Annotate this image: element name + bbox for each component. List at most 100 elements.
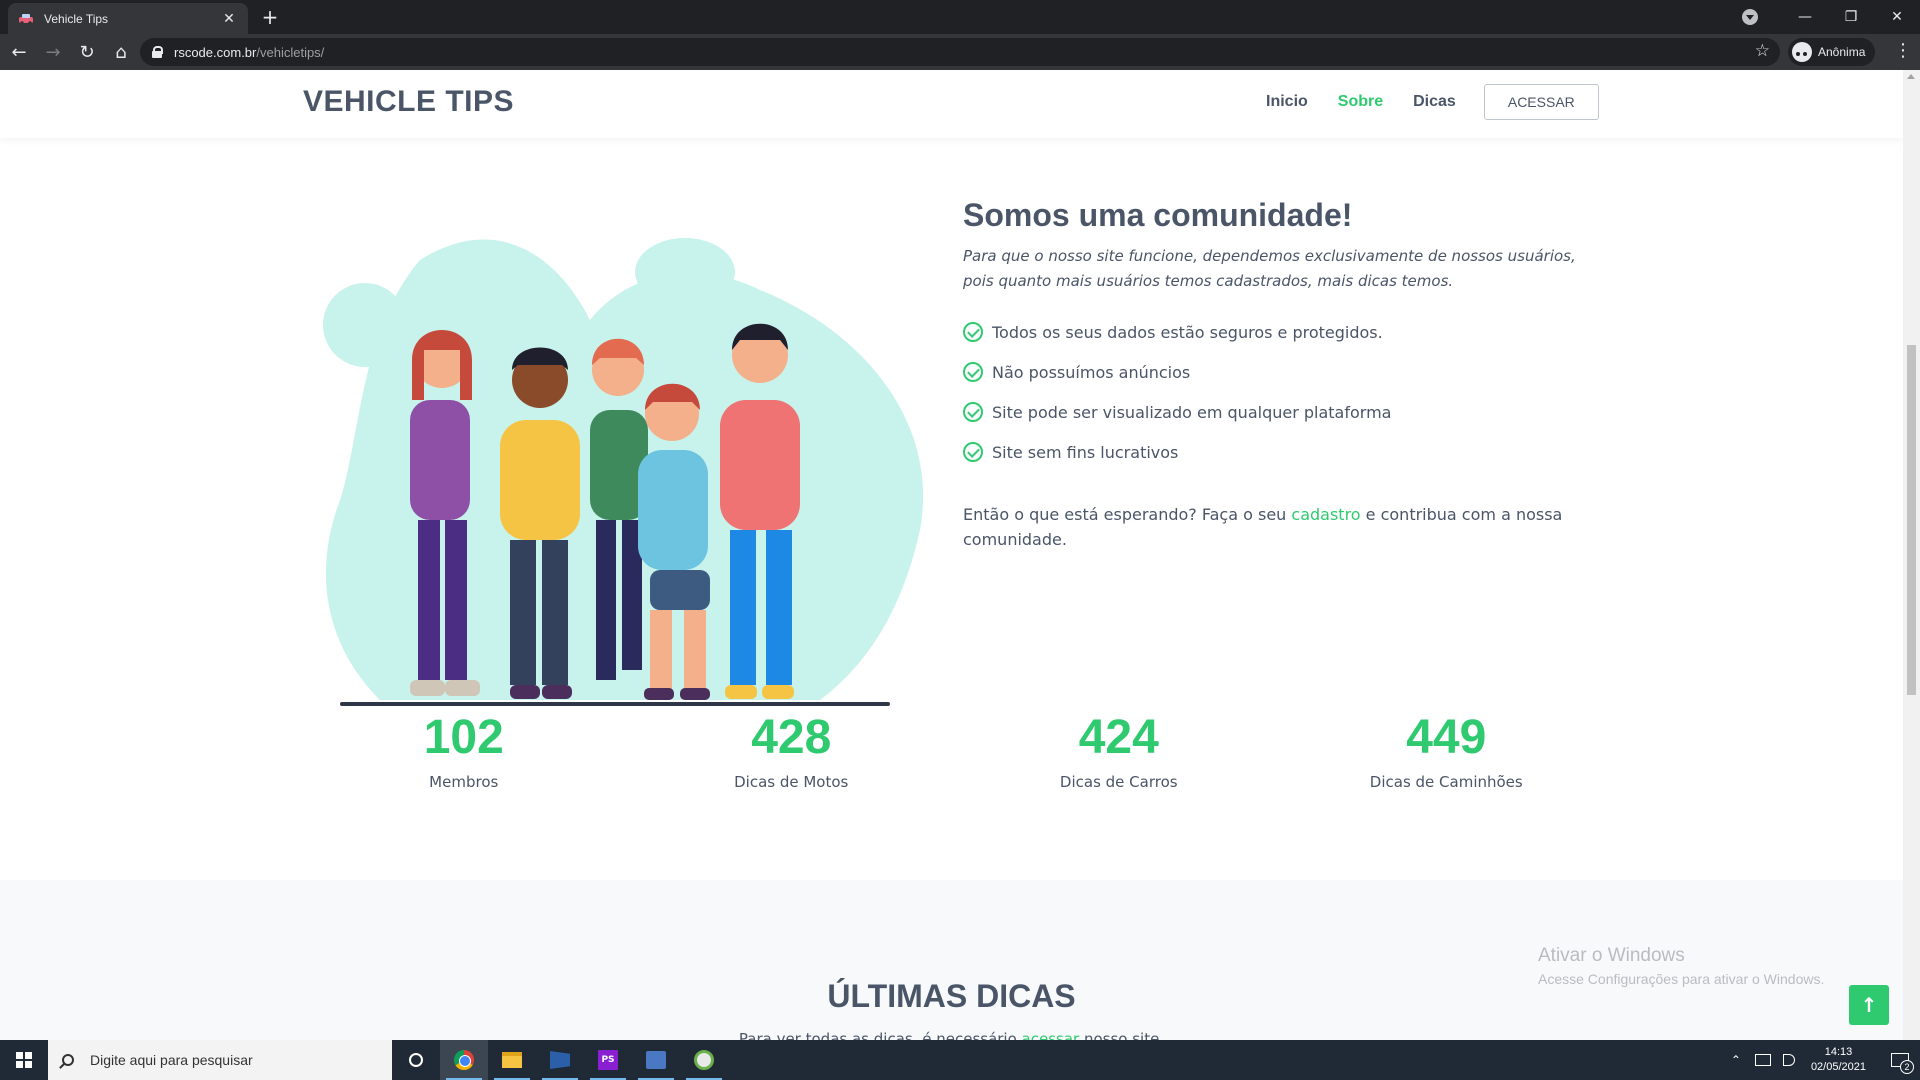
chevron-up-icon[interactable]: ⌃: [1731, 1053, 1741, 1067]
taskbar-app-chrome[interactable]: [440, 1040, 488, 1080]
search-placeholder: Digite aqui para pesquisar: [90, 1052, 253, 1068]
watermark-line1: Ativar o Windows: [1538, 945, 1685, 966]
notification-count: 2: [1900, 1060, 1914, 1074]
windows-logo-icon: [16, 1052, 32, 1068]
stat-moto-tips: 428 Dicas de Motos: [628, 710, 956, 791]
feature-list: Todos os seus dados estão seguros e prot…: [963, 312, 1603, 472]
taskbar-app-explorer[interactable]: [488, 1040, 536, 1080]
windows-taskbar: Digite aqui para pesquisar PS ⌃ 14:13 02…: [0, 1040, 1920, 1080]
feature-item: Site pode ser visualizado em qualquer pl…: [963, 392, 1603, 432]
browser-menu-icon[interactable]: ⋮: [1894, 40, 1912, 61]
back-arrow-icon[interactable]: ←: [4, 37, 34, 67]
tool-icon: [646, 1051, 666, 1069]
site-logo[interactable]: VEHICLE TIPS: [303, 85, 514, 119]
stat-value: 102: [423, 711, 504, 764]
url-text[interactable]: rscode.com.br/vehicletips/: [174, 45, 324, 60]
close-tab-icon[interactable]: ✕: [220, 11, 238, 27]
tab-search-icon[interactable]: [1742, 9, 1758, 25]
nav-link-dicas[interactable]: Dicas: [1413, 93, 1456, 111]
windows-activation-watermark: Ativar o Windows Acesse Configurações pa…: [1538, 945, 1824, 987]
taskbar-clock[interactable]: 14:13 02/05/2021: [1811, 1045, 1866, 1075]
url-path: /vehicletips/: [256, 44, 325, 60]
clock-date: 02/05/2021: [1810, 1061, 1866, 1073]
stat-value: 424: [1078, 711, 1159, 764]
check-circle-icon: [963, 362, 983, 382]
check-circle-icon: [963, 442, 983, 462]
new-tab-button[interactable]: +: [258, 6, 282, 30]
forward-arrow-icon[interactable]: →: [38, 37, 68, 67]
nav-link-sobre[interactable]: Sobre: [1338, 93, 1383, 111]
car-favicon-icon: [19, 13, 33, 25]
tab-title: Vehicle Tips: [44, 11, 109, 26]
check-circle-icon: [963, 322, 983, 342]
check-circle-icon: [963, 402, 983, 422]
stat-label: Membros: [429, 773, 499, 791]
stat-value: 449: [1406, 711, 1487, 764]
browser-toolbar: ← → ↻ ⌂ rscode.com.br/vehicletips/ ☆ Anô…: [0, 34, 1920, 70]
taskbar-app-paint[interactable]: [680, 1040, 728, 1080]
tips-sub-after: nosso site.: [1079, 1030, 1165, 1040]
cortana-icon[interactable]: [392, 1053, 440, 1067]
system-tray: ⌃ 14:13 02/05/2021 2: [1731, 1040, 1920, 1080]
access-link[interactable]: acessar: [1022, 1030, 1080, 1040]
window-controls: — ❐ ✕: [1742, 0, 1920, 34]
paint-icon: [694, 1050, 714, 1070]
incognito-icon: [1792, 42, 1812, 62]
page-viewport: VEHICLE TIPS Inicio Sobre Dicas ACESSAR: [0, 70, 1920, 1040]
site-header: VEHICLE TIPS Inicio Sobre Dicas ACESSAR: [0, 70, 1903, 138]
reload-icon[interactable]: ↻: [72, 37, 102, 67]
url-host: rscode.com.br: [174, 44, 257, 60]
stats-section: 102 Membros 428 Dicas de Motos 424 Dicas…: [300, 710, 1610, 791]
minimize-button[interactable]: —: [1782, 0, 1828, 34]
file-explorer-icon: [502, 1052, 522, 1068]
browser-tabstrip: Vehicle Tips ✕ + — ❐ ✕: [0, 0, 1920, 34]
feature-item: Todos os seus dados estão seguros e prot…: [963, 312, 1603, 352]
feature-item: Site sem fins lucrativos: [963, 432, 1603, 472]
chrome-icon: [454, 1050, 474, 1070]
stat-label: Dicas de Motos: [734, 773, 849, 791]
access-button[interactable]: ACESSAR: [1483, 84, 1599, 120]
clock-time: 14:13: [1824, 1046, 1853, 1058]
incognito-profile-button[interactable]: Anônima: [1788, 38, 1876, 66]
stat-label: Dicas de Carros: [1059, 773, 1178, 791]
scrollbar-thumb[interactable]: [1907, 345, 1916, 695]
taskbar-app-tool[interactable]: [632, 1040, 680, 1080]
nav-link-inicio[interactable]: Inicio: [1266, 93, 1308, 111]
network-icon[interactable]: [1754, 1054, 1771, 1066]
about-title: Somos uma comunidade!: [963, 197, 1353, 233]
restore-button[interactable]: ❐: [1828, 0, 1874, 34]
latest-tips-subtitle: Para ver todas as dicas, é necessário ac…: [0, 1030, 1903, 1040]
stat-label: Dicas de Caminhões: [1369, 773, 1523, 791]
start-button[interactable]: [0, 1040, 48, 1080]
ground-line: [340, 702, 890, 706]
stat-value: 428: [751, 711, 832, 764]
small-blob-left: [323, 283, 407, 367]
feature-item: Não possuímos anúncios: [963, 352, 1603, 392]
stat-car-tips: 424 Dicas de Carros: [955, 710, 1283, 791]
about-lead: Para que o nosso site funcione, dependem…: [963, 247, 1576, 290]
bookmark-star-icon[interactable]: ☆: [1755, 41, 1770, 61]
cta-text-before: Então o que está esperando? Faça o seu: [963, 505, 1292, 524]
feature-text: Site sem fins lucrativos: [992, 442, 1179, 462]
notification-center-button[interactable]: 2: [1880, 1040, 1920, 1080]
incognito-label: Anônima: [1818, 45, 1866, 59]
taskbar-app-vs[interactable]: [536, 1040, 584, 1080]
address-bar[interactable]: rscode.com.br/vehicletips/ ☆: [140, 38, 1780, 66]
signup-link[interactable]: cadastro: [1291, 505, 1360, 524]
about-section: Somos uma comunidade! Para que o nosso s…: [963, 197, 1603, 552]
back-to-top-button[interactable]: ↑: [1849, 985, 1889, 1025]
scroll-up-arrow-icon[interactable]: [1907, 74, 1915, 79]
tips-sub-before: Para ver todas as dicas, é necessário: [738, 1030, 1022, 1040]
community-illustration: [323, 238, 924, 706]
feature-text: Todos os seus dados estão seguros e prot…: [992, 322, 1383, 342]
taskbar-search-box[interactable]: Digite aqui para pesquisar: [48, 1040, 392, 1080]
browser-tab[interactable]: Vehicle Tips ✕: [8, 3, 248, 34]
taskbar-app-phpstorm[interactable]: PS: [584, 1040, 632, 1080]
close-window-button[interactable]: ✕: [1874, 0, 1920, 34]
page-scrollbar[interactable]: [1903, 70, 1920, 1040]
home-icon[interactable]: ⌂: [106, 37, 136, 67]
volume-icon[interactable]: [1782, 1054, 1795, 1066]
search-icon: [62, 1054, 74, 1066]
lock-icon[interactable]: [152, 46, 163, 58]
visual-studio-icon: [550, 1051, 570, 1069]
